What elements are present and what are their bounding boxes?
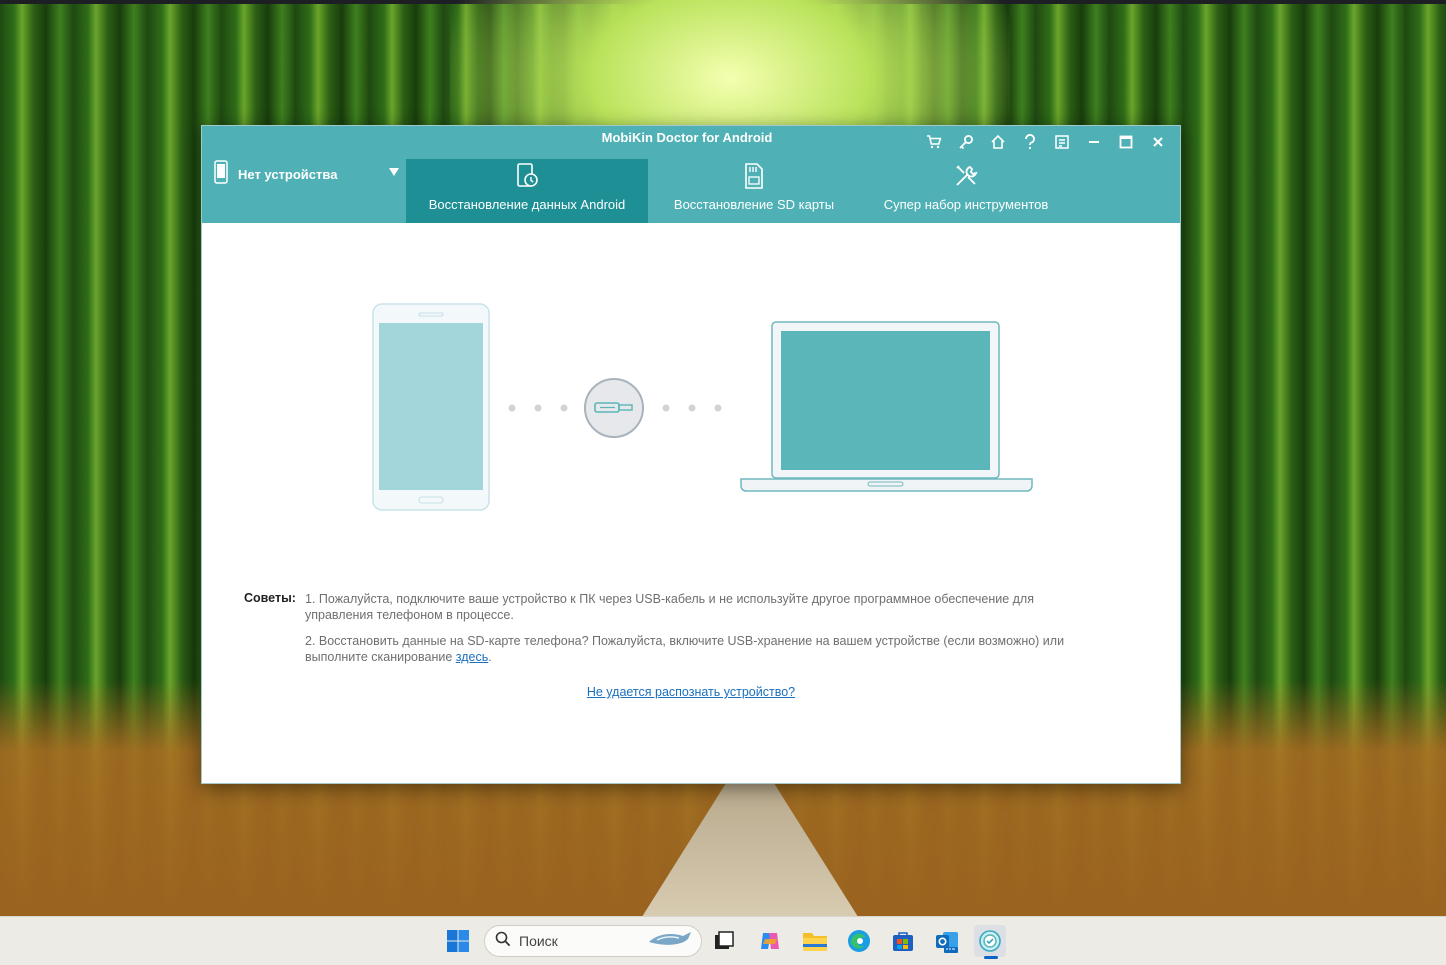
- phone-illustration: [372, 303, 490, 511]
- tab-label: Восстановление SD карты: [673, 197, 835, 212]
- device-selector[interactable]: Нет устройства: [214, 159, 402, 189]
- tip-2-text: 2. Восстановить данные на SD-карте телеф…: [305, 634, 1065, 664]
- mobikin-app-icon[interactable]: [974, 925, 1006, 957]
- app-header: MobiKin Doctor for Android Нет устройств…: [202, 126, 1180, 223]
- window-controls: [918, 132, 1174, 152]
- tab-android-recovery[interactable]: Восстановление данных Android: [406, 159, 648, 223]
- maximize-icon[interactable]: [1110, 132, 1142, 152]
- home-icon[interactable]: [982, 132, 1014, 152]
- search-placeholder: Поиск: [519, 933, 558, 949]
- restore-phone-icon: [514, 163, 540, 189]
- active-app-indicator: [984, 956, 998, 959]
- tab-label: Восстановление данных Android: [428, 197, 626, 212]
- search-icon: [495, 931, 511, 952]
- taskbar: Поиск: [0, 916, 1446, 965]
- tips-label: Советы:: [244, 591, 296, 605]
- scan-here-link[interactable]: здесь: [456, 650, 488, 664]
- taskbar-search[interactable]: Поиск: [484, 925, 702, 957]
- app-window: MobiKin Doctor for Android Нет устройств…: [201, 125, 1181, 784]
- laptop-illustration: [740, 321, 1033, 492]
- main-content: Советы: 1. Пожалуйста, подключите ваше у…: [202, 223, 1180, 783]
- chevron-down-icon[interactable]: [388, 165, 400, 180]
- copilot-icon[interactable]: [754, 925, 786, 957]
- search-highlight-icon: [647, 928, 693, 955]
- usb-cable-icon: [584, 378, 644, 438]
- device-status-label: Нет устройства: [238, 166, 338, 182]
- cannot-recognize-device-link[interactable]: Не удается распознать устройство?: [202, 685, 1180, 699]
- outlook-icon[interactable]: [931, 925, 963, 957]
- phone-icon: [214, 159, 228, 189]
- help-icon[interactable]: [1014, 132, 1046, 152]
- sd-card-icon: [744, 163, 764, 189]
- windows-start-icon[interactable]: [442, 925, 474, 957]
- edge-icon[interactable]: [843, 925, 875, 957]
- tip-1: 1. Пожалуйста, подключите ваше устройств…: [305, 592, 1034, 622]
- feedback-icon[interactable]: [1046, 132, 1078, 152]
- task-view-icon[interactable]: [708, 925, 740, 957]
- minimize-icon[interactable]: [1078, 132, 1110, 152]
- connect-device-illustration: [372, 303, 1033, 511]
- close-icon[interactable]: [1142, 132, 1174, 152]
- tip-2-end: .: [488, 650, 492, 664]
- store-icon[interactable]: [887, 925, 919, 957]
- tab-label: Супер набор инструментов: [883, 197, 1049, 212]
- tab-toolkit[interactable]: Супер набор инструментов: [872, 159, 1060, 223]
- tab-sd-recovery[interactable]: Восстановление SD карты: [660, 159, 848, 223]
- file-explorer-icon[interactable]: [799, 925, 831, 957]
- cart-icon[interactable]: [918, 132, 950, 152]
- tip-2: 2. Восстановить данные на SD-карте телеф…: [305, 633, 1105, 665]
- key-icon[interactable]: [950, 132, 982, 152]
- tools-icon: [954, 163, 978, 189]
